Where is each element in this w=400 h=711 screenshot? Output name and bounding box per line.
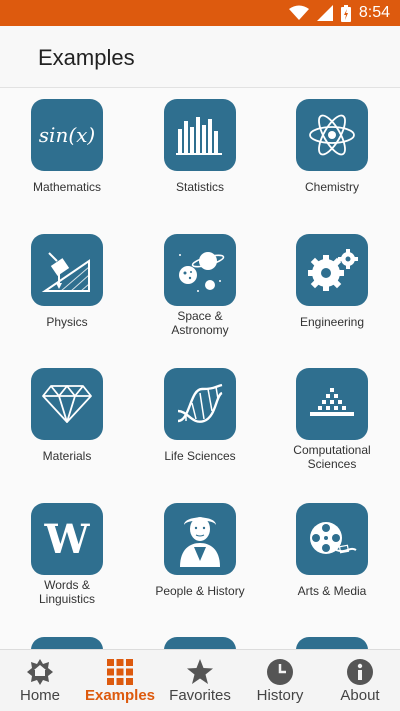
tile-life-sciences[interactable]: Life Sciences [141,357,261,477]
tile-arts-media[interactable]: Arts & Media [273,492,393,612]
tile-partial[interactable] [273,626,393,649]
nav-label: Home [19,687,60,704]
tile-label: Computational Sciences [293,443,371,471]
nav-home[interactable]: Home [0,650,80,711]
bottom-nav: Home Examples Favorites History About [0,649,400,711]
nav-label: About [340,687,380,704]
tile-mathematics[interactable]: sin(x) Mathematics [8,88,128,208]
atom-icon [296,99,368,171]
tile-icon-partial [296,637,368,649]
star-icon [186,658,214,686]
nav-label: Examples [84,687,156,704]
tile-people-history[interactable]: People & History [141,492,261,612]
status-bar: 8:54 [0,0,400,26]
tile-label: Life Sciences [164,449,236,463]
grid-icon [106,658,134,686]
nav-about[interactable]: About [320,650,400,711]
signal-icon [316,5,333,21]
tile-statistics[interactable]: Statistics [141,88,261,208]
examples-grid: sin(x) Mathematics Statistics Chemistry … [0,88,400,649]
tile-partial[interactable] [8,626,128,649]
planet-icon [164,234,236,306]
info-icon [346,658,374,686]
tile-label: Mathematics [32,180,102,194]
tile-label: Statistics [175,180,224,194]
nav-examples[interactable]: Examples [80,650,160,711]
nav-label: History [256,687,304,704]
inclined-plane-icon [31,234,103,306]
nav-favorites[interactable]: Favorites [160,650,240,711]
letter-w-icon: W [31,503,103,575]
tile-icon-partial [31,637,103,649]
dna-icon [164,368,236,440]
tile-icon-partial [164,637,236,649]
clock-icon [266,658,294,686]
home-star-icon [26,658,54,686]
nav-label: Favorites [169,687,231,704]
tile-chemistry[interactable]: Chemistry [273,88,393,208]
tile-label: Chemistry [304,180,359,194]
tile-engineering[interactable]: Engineering [273,223,393,343]
sin-x-icon: sin(x) [31,99,103,171]
tile-label: Words & Linguistics [38,578,96,606]
tile-label: Space & Astronomy [171,309,229,337]
tile-label: People & History [155,584,245,598]
tile-label: Physics [46,315,88,329]
tile-physics[interactable]: Physics [8,223,128,343]
status-time: 8:54 [358,4,390,21]
tile-space-astronomy[interactable]: Space & Astronomy [141,223,261,343]
battery-icon [340,4,351,22]
wifi-icon [288,5,309,21]
nav-history[interactable]: History [240,650,320,711]
bar-chart-icon [164,99,236,171]
tile-label: Arts & Media [297,584,367,598]
film-reel-icon [296,503,368,575]
tile-label: Materials [42,449,92,463]
portrait-icon [164,503,236,575]
gears-icon [296,234,368,306]
tile-computational-sciences[interactable]: Computational Sciences [273,357,393,477]
app-bar: Examples [0,26,400,88]
diamond-icon [31,368,103,440]
tile-partial[interactable] [141,626,261,649]
page-title: Examples [38,45,135,70]
tile-materials[interactable]: Materials [8,357,128,477]
tile-label: Engineering [299,315,365,329]
tile-words-linguistics[interactable]: W Words & Linguistics [8,492,128,612]
pixel-pyramid-icon [296,368,368,440]
